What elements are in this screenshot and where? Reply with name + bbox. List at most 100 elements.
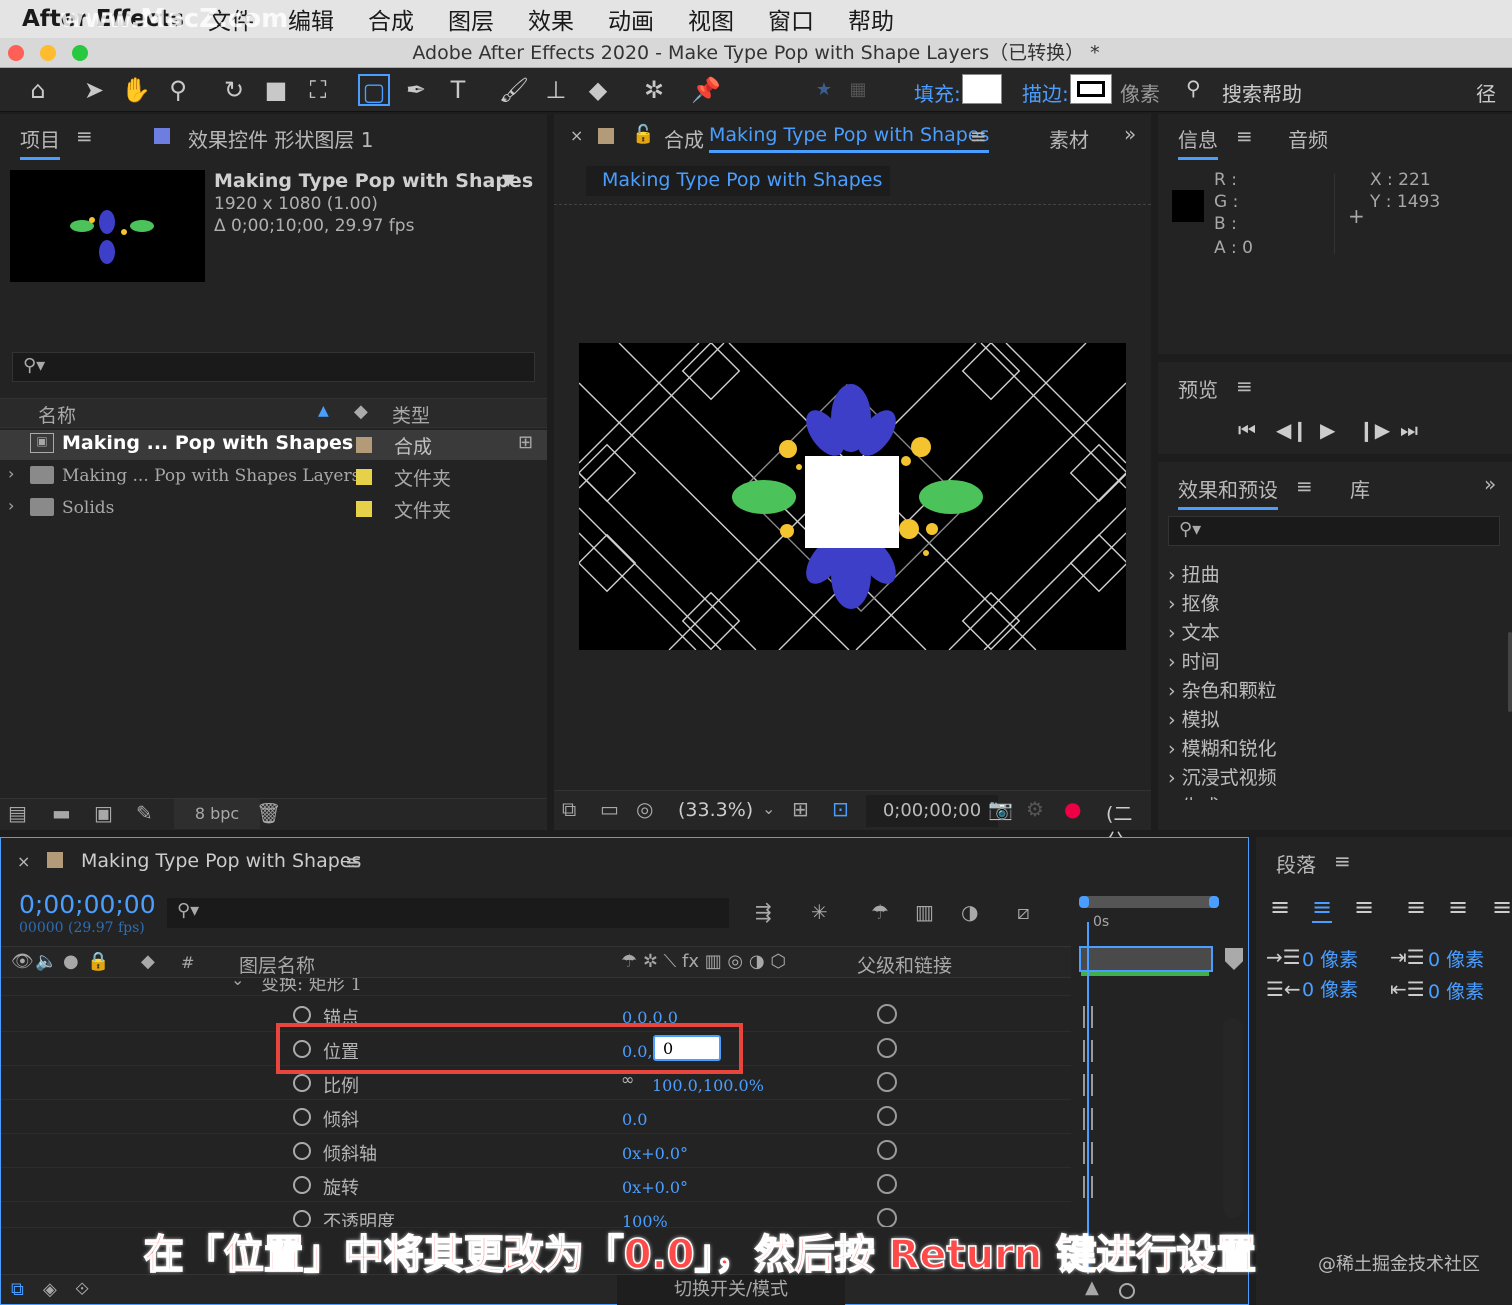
space-after-field[interactable]: 0 像素 bbox=[1428, 977, 1484, 1004]
list-item[interactable]: ▣ Making ... Pop with Shapes 合成 ⊞ bbox=[0, 430, 547, 460]
draft-3d-icon[interactable]: ✳ bbox=[811, 900, 828, 924]
frame-blending-icon[interactable]: ▥ bbox=[915, 900, 934, 924]
panel-menu-icon[interactable]: ≡ bbox=[1296, 474, 1313, 498]
breadcrumb-comp[interactable]: Making Type Pop with Shapes bbox=[602, 169, 882, 191]
stopwatch-icon[interactable] bbox=[293, 1074, 311, 1092]
pick-whip-icon[interactable] bbox=[877, 1174, 897, 1194]
menu-effect[interactable]: 效果 bbox=[528, 2, 574, 36]
label-swatch[interactable] bbox=[356, 469, 372, 485]
list-item[interactable]: › Making ... Pop with Shapes Layers 文件夹 bbox=[0, 462, 516, 492]
stopwatch-icon[interactable] bbox=[293, 1176, 311, 1194]
motion-blur-icon[interactable]: ◑ bbox=[961, 900, 978, 924]
property-value[interactable]: 0x+0.0° bbox=[622, 1178, 688, 1197]
transparency-grid-icon[interactable]: ⊡ bbox=[832, 797, 849, 821]
chevron-down-icon[interactable]: ⌄ bbox=[231, 978, 244, 989]
timeline-title[interactable]: Making Type Pop with Shapes bbox=[81, 850, 361, 872]
overflow-icon[interactable]: » bbox=[1484, 472, 1496, 496]
stopwatch-icon[interactable] bbox=[293, 1142, 311, 1160]
in-out-icon[interactable]: ◈ bbox=[43, 1279, 57, 1300]
tab-library[interactable]: 库 bbox=[1350, 474, 1370, 503]
trash-icon[interactable]: 🗑 bbox=[256, 801, 281, 825]
panel-menu-icon[interactable]: ≡ bbox=[1334, 849, 1351, 873]
label-swatch[interactable] bbox=[356, 437, 372, 453]
keyframe-marker[interactable] bbox=[1083, 1074, 1093, 1096]
menu-edit[interactable]: 编辑 bbox=[288, 2, 334, 36]
chevron-right-icon[interactable]: › bbox=[8, 464, 14, 483]
lock-icon[interactable]: 🔒 bbox=[87, 951, 109, 972]
overflow-icon[interactable]: » bbox=[1124, 122, 1136, 146]
effects-search-input[interactable]: ⚲▾ bbox=[1168, 516, 1500, 546]
comp-marker-icon[interactable] bbox=[1225, 948, 1243, 970]
eraser-tool-icon[interactable]: ◆ bbox=[582, 74, 614, 106]
property-value[interactable]: 0x+0.0° bbox=[622, 1144, 688, 1163]
scrollbar[interactable] bbox=[1223, 1018, 1243, 1218]
panel-menu-icon[interactable]: ≡ bbox=[1236, 124, 1253, 148]
justify-center-icon[interactable]: ≡ bbox=[1448, 893, 1468, 921]
puppet-tool-icon[interactable]: 📌 bbox=[690, 74, 722, 106]
list-item[interactable]: › Solids 文件夹 bbox=[0, 494, 516, 524]
project-search-input[interactable]: ⚲▾ bbox=[12, 352, 535, 382]
justify-left-icon[interactable]: ≡ bbox=[1406, 893, 1426, 921]
brush-tool-icon[interactable]: 🖌 bbox=[498, 74, 530, 106]
lock-icon[interactable]: 🔓 bbox=[632, 124, 654, 145]
selection-tool-icon[interactable]: ➤ bbox=[78, 74, 110, 106]
label-tag-icon[interactable]: ◆ bbox=[141, 951, 155, 972]
breadcrumb[interactable]: Making Type Pop with Shapes bbox=[586, 166, 890, 196]
tab-audio[interactable]: 音频 bbox=[1288, 124, 1328, 153]
align-right-icon[interactable]: ≡ bbox=[1354, 893, 1374, 921]
fill-swatch[interactable] bbox=[962, 74, 1002, 104]
property-row[interactable]: 倾斜轴 0x+0.0° bbox=[1, 1134, 1071, 1168]
mask-visibility-icon[interactable]: ◎ bbox=[636, 797, 653, 821]
tab-project[interactable]: 项目 bbox=[20, 124, 60, 160]
solo-icon[interactable]: ● bbox=[63, 951, 79, 972]
tab-comp-prefix[interactable]: 合成 bbox=[664, 124, 704, 153]
hand-tool-icon[interactable]: ✋ bbox=[120, 74, 152, 106]
roto-brush-tool-icon[interactable]: ✲ bbox=[638, 74, 670, 106]
group-row[interactable]: ⌄ 变换: 矩形 1 bbox=[1, 978, 1071, 996]
effect-category[interactable]: › 时间 bbox=[1168, 647, 1220, 674]
chevron-down-icon[interactable]: ⌄ bbox=[762, 799, 775, 818]
last-frame-icon[interactable]: ⏭ bbox=[1400, 418, 1418, 442]
chevron-right-icon[interactable]: › bbox=[8, 496, 14, 515]
panel-menu-icon[interactable]: ≡ bbox=[1236, 374, 1253, 398]
new-folder-icon[interactable]: ▬ bbox=[52, 801, 71, 825]
first-frame-icon[interactable]: ⏮ bbox=[1238, 418, 1256, 442]
menu-view[interactable]: 视图 bbox=[688, 2, 734, 36]
stopwatch-icon[interactable] bbox=[293, 1108, 311, 1126]
zoom-level[interactable]: (33.3%) bbox=[678, 799, 753, 821]
comp-name[interactable]: Making Type Pop with Shapes bbox=[214, 170, 533, 192]
tab-composition[interactable]: Making Type Pop with Shapes bbox=[709, 124, 990, 153]
time-navigator[interactable] bbox=[1079, 896, 1219, 908]
space-before-field[interactable]: 0 像素 bbox=[1428, 945, 1484, 972]
type-tool-icon[interactable]: T bbox=[442, 74, 474, 106]
video-visibility-icon[interactable]: 👁 bbox=[11, 951, 34, 972]
effect-category[interactable]: › 扭曲 bbox=[1168, 560, 1220, 587]
rotate-tool-icon[interactable]: ↻ bbox=[218, 74, 250, 106]
zoom-slider[interactable] bbox=[1119, 1283, 1135, 1299]
display-icon[interactable]: ▭ bbox=[600, 797, 619, 821]
tab-effect-controls[interactable]: 效果控件 形状图层 1 bbox=[188, 124, 373, 153]
effect-category[interactable]: › 生成 bbox=[1168, 792, 1220, 800]
scrollbar[interactable] bbox=[1508, 632, 1512, 712]
panel-menu-icon[interactable]: ≡ bbox=[345, 850, 362, 874]
bpc-button[interactable]: 8 bpc bbox=[174, 799, 260, 829]
effect-category[interactable]: › 沉浸式视频 bbox=[1168, 763, 1277, 790]
interpret-footage-icon[interactable]: ▤ bbox=[8, 801, 27, 825]
comp-mini-flowchart-icon[interactable]: ⇶ bbox=[755, 900, 772, 924]
menu-animation[interactable]: 动画 bbox=[608, 2, 654, 36]
indent-right-field[interactable]: 0 像素 bbox=[1302, 975, 1358, 1002]
effect-category[interactable]: › 模糊和锐化 bbox=[1168, 734, 1277, 761]
align-left-icon[interactable]: ≡ bbox=[1270, 893, 1290, 921]
zoom-window-button[interactable] bbox=[72, 45, 88, 61]
keyframe-marker[interactable] bbox=[1083, 1176, 1093, 1198]
home-icon[interactable]: ⌂ bbox=[22, 74, 54, 106]
justify-all-icon[interactable]: ≡ bbox=[1492, 893, 1512, 921]
col-type[interactable]: 类型 bbox=[392, 401, 430, 428]
star-icon[interactable]: ★ bbox=[808, 74, 840, 106]
pan-behind-tool-icon[interactable]: ⛶ bbox=[302, 74, 334, 106]
col-name[interactable]: 名称 bbox=[38, 401, 76, 428]
stroke-width-field[interactable]: 像素 bbox=[1120, 78, 1160, 107]
col-parent[interactable]: 父级和链接 bbox=[857, 951, 952, 978]
stopwatch-icon[interactable] bbox=[293, 1006, 311, 1024]
close-icon[interactable]: × bbox=[17, 852, 30, 871]
